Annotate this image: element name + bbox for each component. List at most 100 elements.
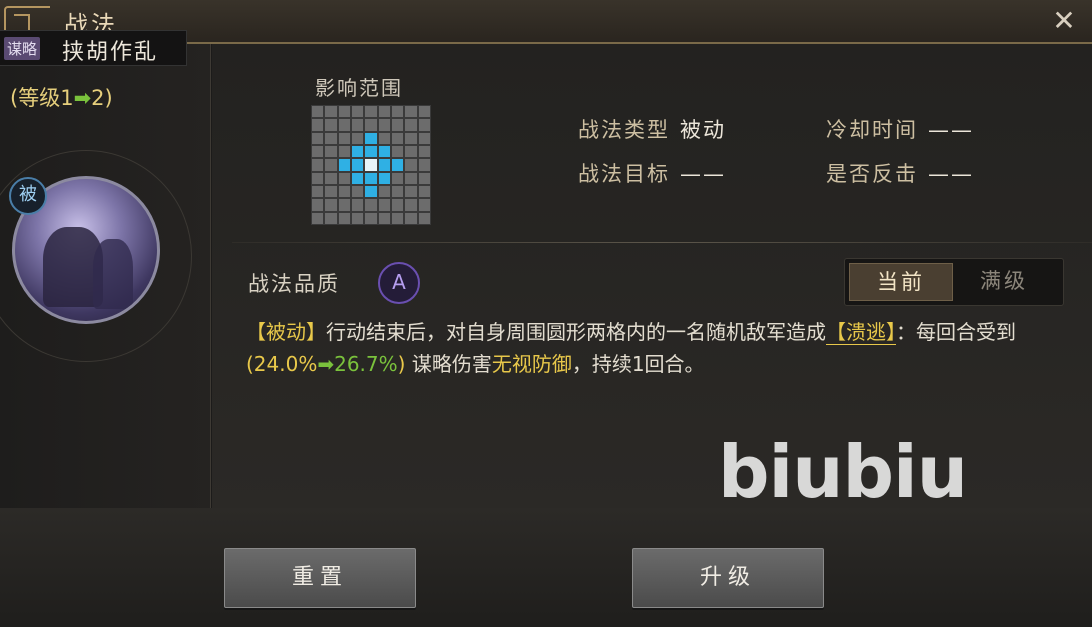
- range-cell: [391, 132, 404, 144]
- target-key: 战法目标: [578, 162, 670, 186]
- range-label: 影响范围: [315, 76, 403, 100]
- range-cell: [418, 119, 430, 131]
- range-cell: [378, 106, 390, 118]
- range-cell-hit: [378, 145, 390, 158]
- range-cell: [391, 106, 404, 118]
- range-cell: [325, 159, 337, 171]
- info-cooldown: 冷却时间 ——: [826, 114, 974, 144]
- range-cell: [312, 172, 324, 184]
- range-cell: [325, 199, 337, 211]
- desc-text-1: 行动结束后，对自身周围圆形两格内的一名随机敌军造成: [326, 320, 826, 344]
- range-cell-hit: [351, 145, 364, 158]
- counter-key: 是否反击: [826, 162, 918, 186]
- toggle-current[interactable]: 当前: [849, 263, 953, 301]
- range-cell: [312, 199, 324, 211]
- range-cell: [338, 119, 350, 131]
- desc-rate-new: 26.7%: [334, 352, 398, 376]
- range-cell: [338, 106, 350, 118]
- range-cell-hit: [365, 145, 377, 158]
- range-cell: [418, 212, 430, 224]
- range-cell: [312, 119, 324, 131]
- desc-rate-arrow-icon: ➡: [317, 352, 335, 376]
- info-counter: 是否反击 ——: [826, 158, 974, 188]
- range-cell: [325, 172, 337, 184]
- range-cell: [365, 199, 377, 211]
- range-cell: [338, 132, 350, 144]
- range-cell: [351, 212, 364, 224]
- range-cell-hit: [365, 172, 377, 184]
- range-cell: [405, 172, 417, 184]
- level-arrow-icon: ➡: [73, 86, 92, 110]
- range-cell-hit: [365, 185, 377, 198]
- range-cell: [418, 132, 430, 144]
- skill-type-key: 战法类型: [578, 118, 670, 142]
- portrait-figure-2: [93, 239, 133, 309]
- range-cell: [338, 185, 350, 198]
- range-cell: [338, 172, 350, 184]
- range-cell: [405, 145, 417, 158]
- range-cell: [312, 212, 324, 224]
- range-cell: [391, 185, 404, 198]
- target-value: ——: [680, 162, 726, 186]
- desc-text-2: ：每回合受到: [896, 320, 1016, 344]
- range-cell: [312, 106, 324, 118]
- info-target: 战法目标 ——: [578, 158, 726, 188]
- desc-ignore-defense: 无视防御: [491, 352, 572, 376]
- range-cell: [378, 199, 390, 211]
- range-cell: [325, 119, 337, 131]
- cooldown-key: 冷却时间: [826, 118, 918, 142]
- range-cell-hit: [378, 159, 390, 171]
- range-cell: [365, 106, 377, 118]
- range-cell-hit: [365, 132, 377, 144]
- reset-button[interactable]: 重置: [224, 548, 416, 608]
- range-cell: [418, 199, 430, 211]
- range-cell: [325, 212, 337, 224]
- range-cell: [338, 212, 350, 224]
- range-cell: [405, 212, 417, 224]
- bottom-bar: [0, 508, 1092, 627]
- range-cell-hit: [378, 172, 390, 184]
- range-cell: [405, 199, 417, 211]
- range-cell: [418, 145, 430, 158]
- desc-tag: 【被动】: [246, 320, 326, 344]
- range-cell: [405, 159, 417, 171]
- range-cell: [365, 119, 377, 131]
- range-cell: [378, 212, 390, 224]
- quality-grade-badge: A: [378, 262, 420, 304]
- range-cell: [391, 145, 404, 158]
- skill-description: 【被动】行动结束后，对自身周围圆形两格内的一名随机敌军造成【溃逃】：每回合受到 (…: [246, 316, 1046, 380]
- range-cell: [365, 212, 377, 224]
- range-cell: [325, 185, 337, 198]
- range-cell: [378, 185, 390, 198]
- close-icon[interactable]: ✕: [1048, 6, 1080, 36]
- upgrade-button[interactable]: 升级: [632, 548, 824, 608]
- range-cell: [391, 119, 404, 131]
- section-divider: [232, 242, 1092, 243]
- cooldown-value: ——: [928, 118, 974, 142]
- desc-status-link[interactable]: 【溃逃】: [826, 320, 896, 345]
- desc-text-3: 谋略伤害: [411, 352, 492, 376]
- skill-name: 挟胡作乱: [62, 40, 159, 65]
- counter-value: ——: [928, 162, 974, 186]
- range-cell: [325, 145, 337, 158]
- range-cell: [391, 172, 404, 184]
- range-cell: [325, 106, 337, 118]
- level-toggle: 当前 满级: [844, 258, 1064, 306]
- range-cell: [418, 159, 430, 171]
- range-cell: [405, 119, 417, 131]
- toggle-max-level[interactable]: 满级: [953, 263, 1055, 299]
- range-cell-hit: [391, 159, 404, 171]
- range-cell: [418, 172, 430, 184]
- range-cell: [325, 132, 337, 144]
- range-cell: [378, 119, 390, 131]
- skill-name-box: 谋略 挟胡作乱: [0, 30, 187, 66]
- skill-type-tag: 谋略: [4, 37, 41, 60]
- info-skill-type: 战法类型 被动: [578, 114, 726, 144]
- desc-rate-close: ): [397, 352, 406, 376]
- range-cell: [351, 119, 364, 131]
- range-cell: [351, 132, 364, 144]
- skill-type-value: 被动: [680, 118, 726, 142]
- desc-text-4: ，持续1回合。: [571, 352, 705, 376]
- range-cell: [338, 199, 350, 211]
- range-cell: [378, 132, 390, 144]
